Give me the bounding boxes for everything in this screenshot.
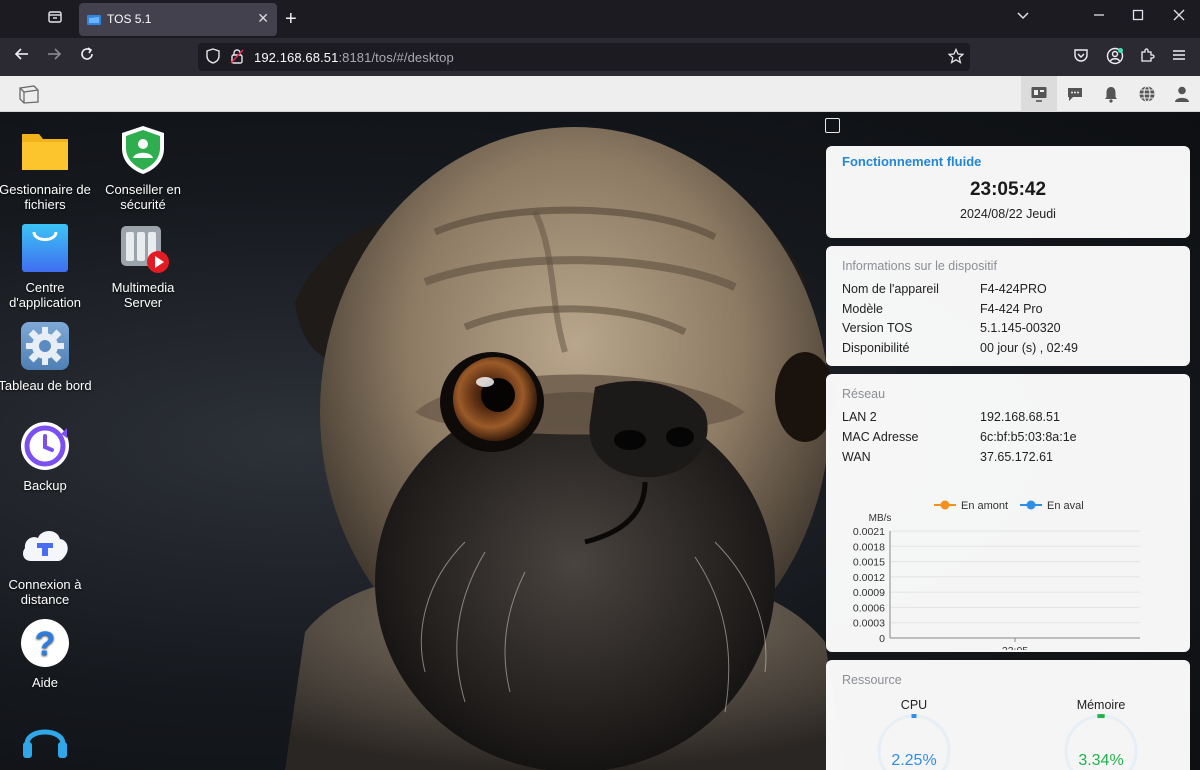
y-tick-label: 0.0009 xyxy=(853,587,885,599)
clock-date: 2024/08/22 Jeudi xyxy=(960,207,1056,221)
widget-panel-toggle-icon[interactable] xyxy=(825,118,840,133)
resource-title: Ressource xyxy=(842,673,902,687)
insecure-lock-icon[interactable] xyxy=(230,48,244,67)
y-tick-label: 0 xyxy=(879,633,885,645)
maximize-icon[interactable] xyxy=(1131,8,1145,25)
menu-icon[interactable] xyxy=(1169,47,1189,67)
tab-close-icon[interactable]: ✕ xyxy=(257,10,269,27)
desktop-icon-support[interactable] xyxy=(0,714,93,770)
desktop-icon-label: Connexion à distance xyxy=(8,577,82,607)
y-tick-label: 0.0018 xyxy=(853,541,885,553)
desktop-icon-label: Tableau de bord xyxy=(0,378,92,393)
tos-top-bar xyxy=(0,76,1200,112)
chevron-down-icon[interactable] xyxy=(1016,8,1030,25)
shopping-bag-icon xyxy=(19,222,71,274)
svg-text:?: ? xyxy=(35,625,56,663)
desktop-icon-label: Gestionnaire de fichiers xyxy=(0,182,91,212)
y-tick-label: 0.0021 xyxy=(853,526,885,538)
reload-icon[interactable] xyxy=(76,46,98,68)
resource-card: Ressource CPU Mémoire 2.25% 3.34% xyxy=(826,660,1190,770)
pug-wallpaper-image xyxy=(285,127,845,770)
user-icon[interactable] xyxy=(1164,76,1200,112)
tos-favicon-icon xyxy=(87,15,101,25)
globe-language-icon[interactable] xyxy=(1129,76,1165,112)
memory-label: Mémoire xyxy=(1076,698,1126,712)
desktop-icon-label: Centre d'application xyxy=(9,280,81,310)
browser-tab-bar: TOS 5.1 ✕ + xyxy=(0,0,1200,38)
legend-label: En amont xyxy=(961,500,1008,512)
device-row: Nom de l'appareil F4-424PRO xyxy=(842,282,1047,296)
backup-clock-icon xyxy=(19,420,71,472)
extensions-icon[interactable] xyxy=(1137,47,1157,67)
y-tick-label: 0.0003 xyxy=(853,618,885,630)
cpu-label: CPU xyxy=(900,698,928,712)
cloud-t-icon xyxy=(19,519,71,571)
legend-marker xyxy=(1026,500,1036,510)
network-traffic-chart: En amont En aval MB/s 0.0021 0.0018 0.0015 0.0… xyxy=(853,500,1140,650)
shield-tracking-icon[interactable] xyxy=(206,48,220,67)
desktop-icon-remote[interactable]: Connexion à distance xyxy=(0,519,93,607)
forward-icon[interactable] xyxy=(43,46,65,68)
tab-title: TOS 5.1 xyxy=(107,12,152,26)
device-row: Modèle F4-424 Pro xyxy=(842,302,1043,316)
url-bar[interactable]: 192.168.68.51:8181/tos/#/desktop xyxy=(198,43,970,71)
clock-time: 23:05:42 xyxy=(969,179,1047,200)
device-row: Disponibilité 00 jour (s) , 02:49 xyxy=(842,341,1078,355)
browser-nav-bar: 192.168.68.51:8181/tos/#/desktop xyxy=(0,38,1200,76)
chat-icon[interactable] xyxy=(1057,76,1093,112)
minimize-icon[interactable] xyxy=(1092,8,1106,25)
status-card: Fonctionnement fluide 23:05:42 2024/08/2… xyxy=(826,146,1190,238)
headset-icon xyxy=(19,714,71,766)
desktop-icon-label: Aide xyxy=(31,675,59,690)
desktop-icon-label: Multimedia Server xyxy=(111,280,175,310)
desktop: Gestionnaire de fichiers Centre d'applic… xyxy=(0,112,1200,770)
legend-label: En aval xyxy=(1047,500,1084,512)
desktop-icon-label: Backup xyxy=(23,478,67,493)
x-tick-label: 23:05 xyxy=(1002,645,1028,650)
y-tick-label: 0.0015 xyxy=(853,557,885,569)
account-icon[interactable] xyxy=(1105,47,1125,67)
y-axis-label: MB/s xyxy=(869,513,892,524)
folder-icon xyxy=(19,124,71,176)
tab-list-icon[interactable] xyxy=(44,9,66,31)
y-tick-label: 0.0006 xyxy=(853,602,885,614)
network-card: Réseau LAN 2 192.168.68.51 MAC Adresse 6c:… xyxy=(826,374,1190,652)
legend-marker xyxy=(940,500,950,510)
bookmark-star-icon[interactable] xyxy=(947,47,965,67)
device-row: Version TOS 5.1.145-00320 xyxy=(842,321,1061,335)
desktop-icon-security-advisor[interactable]: Conseiller en sécurité xyxy=(95,124,191,212)
network-row: LAN 2 192.168.68.51 xyxy=(842,410,1060,424)
browser-tab[interactable]: TOS 5.1 ✕ xyxy=(79,3,277,36)
pocket-icon[interactable] xyxy=(1071,47,1091,67)
network-title: Réseau xyxy=(842,387,886,401)
media-server-icon xyxy=(117,222,169,274)
close-window-icon[interactable] xyxy=(1172,8,1186,25)
network-row: WAN 37.65.172.61 xyxy=(842,450,1053,464)
network-row: MAC Adresse 6c:bf:b5:03:8a:1e xyxy=(842,430,1077,444)
memory-value: 3.34% xyxy=(1078,752,1124,769)
device-info-card: Informations sur le dispositif Nom de l'… xyxy=(826,246,1190,366)
desktop-icon-label: Conseiller en sécurité xyxy=(105,182,181,212)
help-icon: ? xyxy=(19,617,71,669)
desktop-icon-help[interactable]: ? Aide xyxy=(0,617,93,690)
url-text[interactable]: 192.168.68.51:8181/tos/#/desktop xyxy=(254,50,454,65)
desktop-icon-backup[interactable]: Backup xyxy=(0,420,93,493)
new-tab-icon[interactable]: + xyxy=(285,8,297,30)
device-info-title: Informations sur le dispositif xyxy=(842,259,997,273)
cpu-value: 2.25% xyxy=(891,752,937,769)
notification-bell-icon[interactable] xyxy=(1093,76,1129,112)
desktop-icon-multimedia[interactable]: Multimedia Server xyxy=(95,222,191,310)
tos-logo-icon[interactable] xyxy=(18,83,40,105)
desktop-icon-app-center[interactable]: Centre d'application xyxy=(0,222,93,310)
widgets-icon[interactable] xyxy=(1021,76,1057,112)
shield-icon xyxy=(117,124,169,176)
desktop-icon-file-manager[interactable]: Gestionnaire de fichiers xyxy=(0,124,93,212)
y-tick-label: 0.0012 xyxy=(853,572,885,584)
gear-icon xyxy=(19,320,71,372)
status-title: Fonctionnement fluide xyxy=(842,154,982,169)
desktop-icon-dashboard[interactable]: Tableau de bord xyxy=(0,320,93,393)
back-icon[interactable] xyxy=(11,46,33,68)
